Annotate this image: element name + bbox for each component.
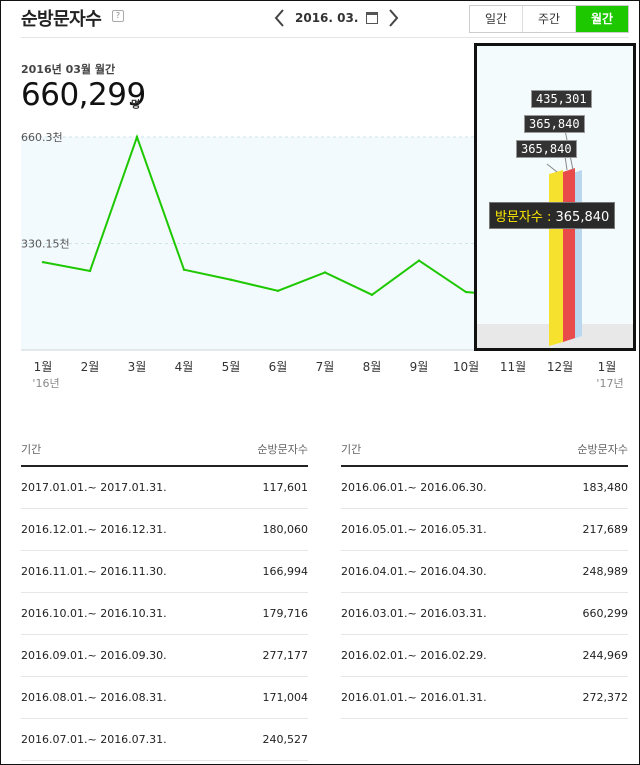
inset-bar-yellow (549, 170, 563, 346)
x-tick-label: 8월 (363, 360, 382, 374)
x-tick-year: '17년 (596, 377, 623, 390)
x-tick-label: 4월 (175, 360, 194, 374)
x-tick-label: 1월 (598, 360, 617, 374)
total-visitors-unit: 명 (131, 100, 141, 111)
inset-bar-red (563, 168, 575, 342)
y-tick-label: 330.15천 (21, 237, 70, 251)
row-period: 2016.05.01.~ 2016.05.31. (341, 523, 487, 536)
current-date: 2016. 03. (295, 11, 359, 25)
x-tick-label: 12월 (547, 360, 573, 374)
chevron-right-icon[interactable] (386, 8, 400, 28)
table-row: 2016.05.01.~ 2016.05.31. 217,689 (341, 509, 628, 551)
row-value: 171,004 (262, 691, 309, 704)
data-point (323, 271, 327, 274)
tab-monthly[interactable]: 월간 (575, 6, 628, 32)
page-title: 순방문자수 (21, 9, 102, 30)
row-value: 217,689 (582, 523, 629, 536)
table-row: 2016.04.01.~ 2016.04.30. 248,989 (341, 551, 628, 593)
x-tick-year: '16년 (32, 377, 59, 390)
table-row: 2016.09.01.~ 2016.09.30. 277,177 (21, 635, 308, 677)
row-period: 2016.11.01.~ 2016.11.30. (21, 565, 167, 578)
x-tick-label: 1월 (34, 360, 53, 374)
row-value: 244,969 (582, 649, 629, 662)
inset-tooltip: 방문자수 : 365,840 (489, 202, 616, 229)
x-tick-label: 9월 (410, 360, 429, 374)
row-period: 2016.12.01.~ 2016.12.31. (21, 523, 167, 536)
table-row: 2016.10.01.~ 2016.10.31. 179,716 (21, 593, 308, 635)
table-row: 2016.02.01.~ 2016.02.29. 244,969 (341, 635, 628, 677)
period-caption: 2016년 03월 월간 (21, 63, 116, 76)
table-header: 기간 순방문자수 (341, 441, 628, 467)
x-tick-label: 2월 (81, 360, 100, 374)
inset-tag-3: 365,840 (516, 140, 577, 158)
row-period: 2016.10.01.~ 2016.10.31. (21, 607, 167, 620)
table-row: 2016.08.01.~ 2016.08.31. 171,004 (21, 677, 308, 719)
row-value: 660,299 (582, 607, 629, 620)
row-period: 2016.04.01.~ 2016.04.30. (341, 565, 487, 578)
row-period: 2016.07.01.~ 2016.07.31. (21, 733, 167, 746)
total-visitors-value: 660,299 (21, 77, 146, 113)
help-icon[interactable]: ? (112, 10, 124, 22)
date-navigator: 2016. 03. (273, 6, 400, 30)
inset-tag-2: 365,840 (524, 115, 585, 133)
stats-panel: 순방문자수 ? 2016. 03. 일간 주간 월간 2016년 03월 월간 … (0, 0, 640, 765)
monthly-table-right: 기간 순방문자수 2016.06.01.~ 2016.06.30. 183,480… (341, 441, 628, 719)
chevron-left-icon[interactable] (273, 8, 287, 28)
table-row: 2017.01.01.~ 2017.01.31. 117,601 (21, 467, 308, 509)
calendar-icon[interactable] (366, 12, 379, 24)
data-point (229, 278, 233, 281)
row-period: 2016.02.01.~ 2016.02.29. (341, 649, 487, 662)
row-period: 2016.08.01.~ 2016.08.31. (21, 691, 167, 704)
row-period: 2016.06.01.~ 2016.06.30. (341, 481, 487, 494)
table-row: 2016.03.01.~ 2016.03.31. 660,299 (341, 593, 628, 635)
row-period: 2016.03.01.~ 2016.03.31. (341, 607, 487, 620)
table-header: 기간 순방문자수 (21, 441, 308, 467)
x-tick-label: 3월 (128, 360, 147, 374)
inset-tag-1: 435,301 (531, 90, 592, 108)
row-value: 272,372 (582, 691, 629, 704)
row-value: 166,994 (262, 565, 309, 578)
tab-weekly[interactable]: 주간 (522, 6, 575, 32)
table-row: 2016.01.01.~ 2016.01.31. 272,372 (341, 677, 628, 719)
zoom-inset: 435,301 365,840 365,840 방문자수 : 365,840 (474, 43, 636, 351)
table-row: 2016.07.01.~ 2016.07.31. 240,527 (21, 719, 308, 761)
x-tick-label: 11월 (500, 360, 526, 374)
row-value: 179,716 (262, 607, 309, 620)
table-row: 2016.11.01.~ 2016.11.30. 166,994 (21, 551, 308, 593)
row-value: 117,601 (262, 481, 309, 494)
x-tick-label: 7월 (316, 360, 335, 374)
data-point (464, 290, 468, 294)
divider (21, 37, 629, 38)
tab-daily[interactable]: 일간 (470, 6, 522, 32)
row-value: 240,527 (262, 733, 309, 746)
data-point (135, 135, 139, 139)
x-tick-label: 5월 (222, 360, 241, 374)
row-value: 277,177 (262, 649, 309, 662)
row-period: 2017.01.01.~ 2017.01.31. (21, 481, 167, 494)
row-period: 2016.01.01.~ 2016.01.31. (341, 691, 487, 704)
x-tick-label: 6월 (269, 360, 288, 374)
table-row: 2016.12.01.~ 2016.12.31. 180,060 (21, 509, 308, 551)
data-point (417, 259, 421, 262)
x-tick-label: 10월 (453, 360, 479, 374)
monthly-table-left: 기간 순방문자수 2017.01.01.~ 2017.01.31. 117,601… (21, 441, 308, 761)
data-point (41, 260, 45, 264)
row-value: 180,060 (262, 523, 309, 536)
row-value: 248,989 (582, 565, 629, 578)
period-toggle: 일간 주간 월간 (469, 5, 629, 33)
data-point (370, 293, 374, 297)
y-tick-label: 660.3천 (21, 130, 63, 144)
data-point (182, 268, 186, 271)
row-period: 2016.09.01.~ 2016.09.30. (21, 649, 167, 662)
data-point (88, 269, 92, 273)
row-value: 183,480 (582, 481, 629, 494)
table-row: 2016.06.01.~ 2016.06.30. 183,480 (341, 467, 628, 509)
data-point (276, 289, 280, 293)
